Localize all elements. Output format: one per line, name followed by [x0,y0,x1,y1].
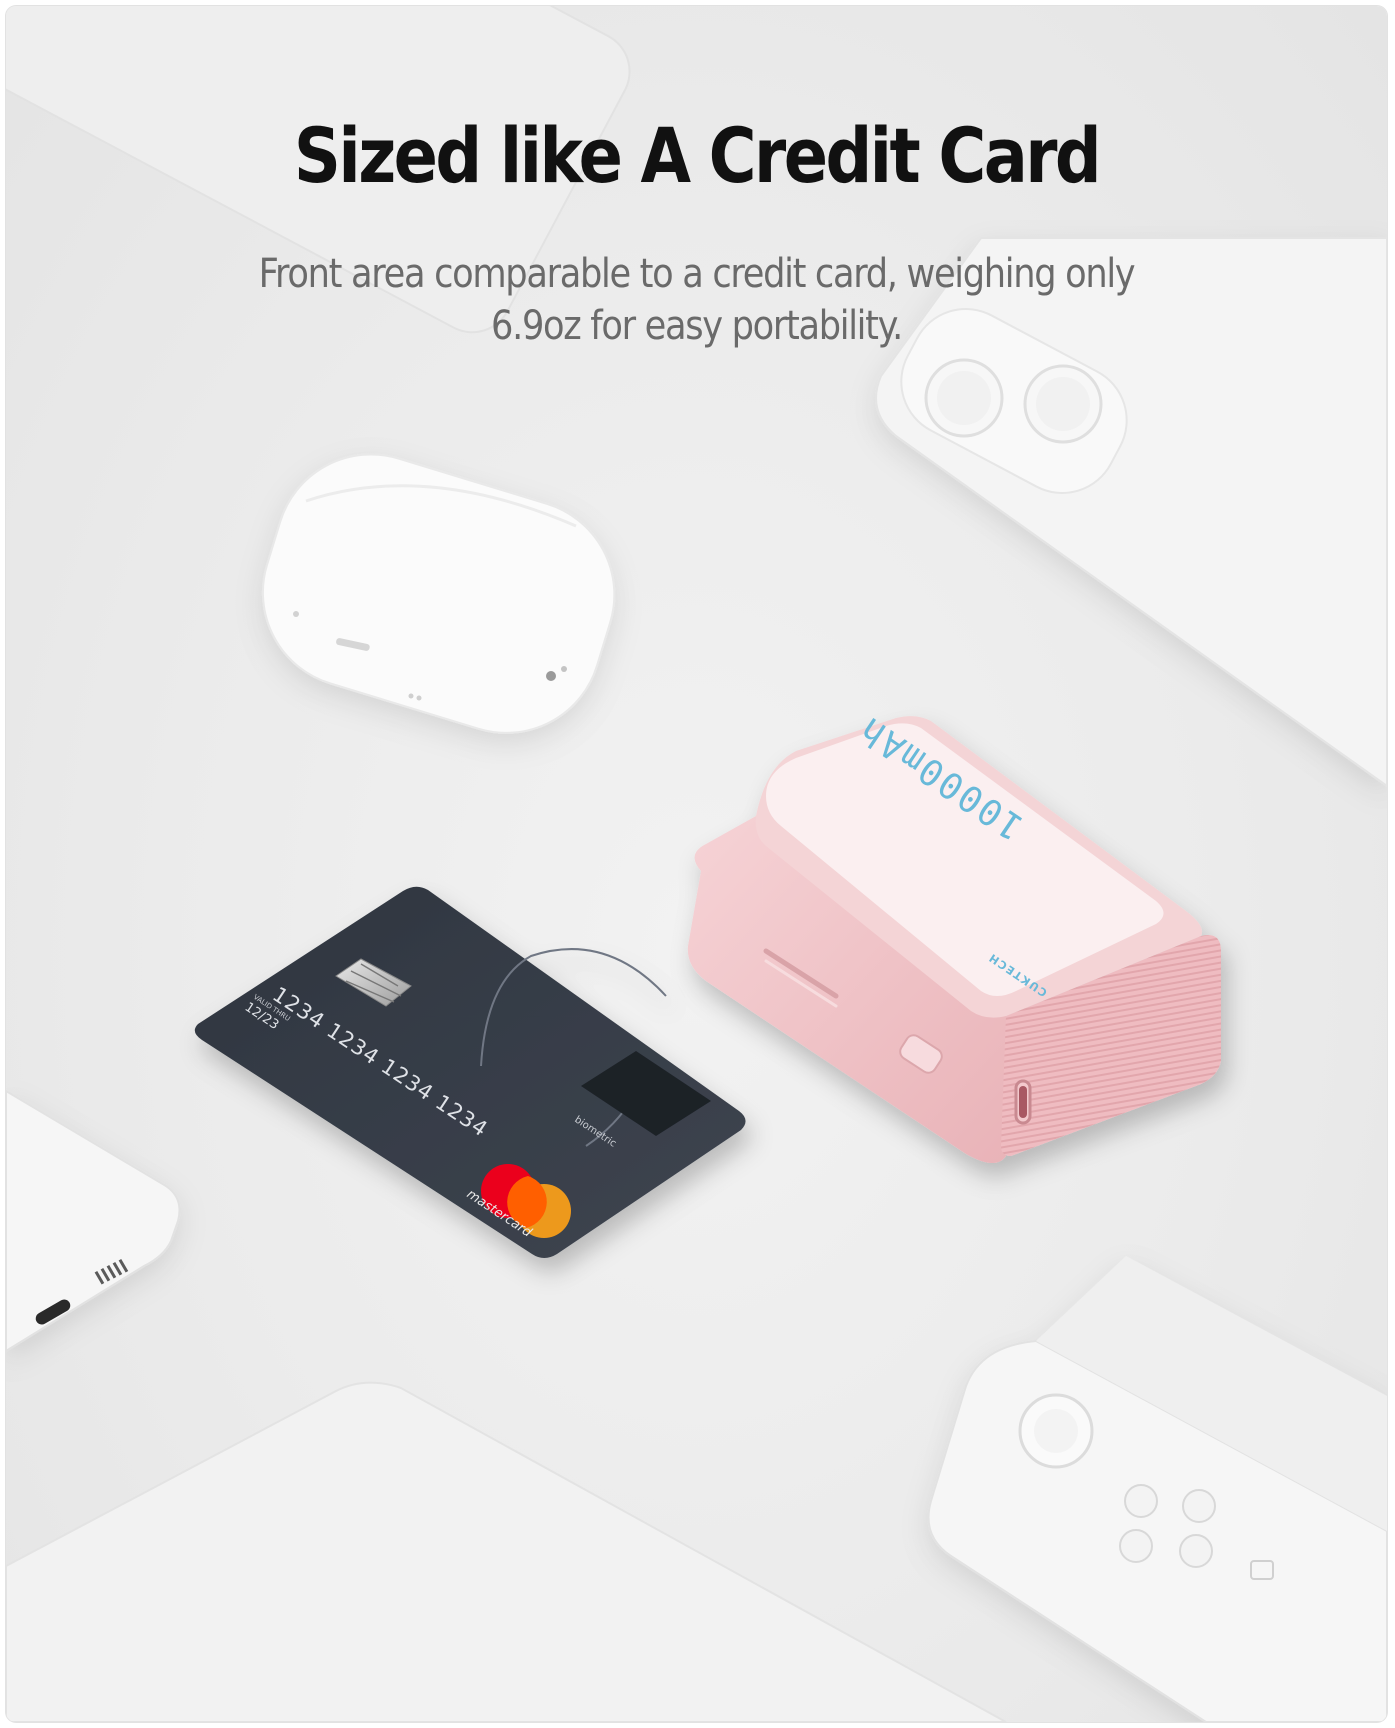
bg-tablet-bottom [6,1381,1007,1722]
bg-phone-left [6,1089,181,1353]
product-banner: 1234 1234 1234 1234 VALID THRU 12/23 bio… [6,6,1387,1722]
page-title: Sized like A Credit Card [293,111,1102,200]
page-subtitle: Front area comparable to a credit card, … [258,251,1136,349]
bg-game-controller [927,1256,1387,1722]
earbuds-case [261,453,616,734]
